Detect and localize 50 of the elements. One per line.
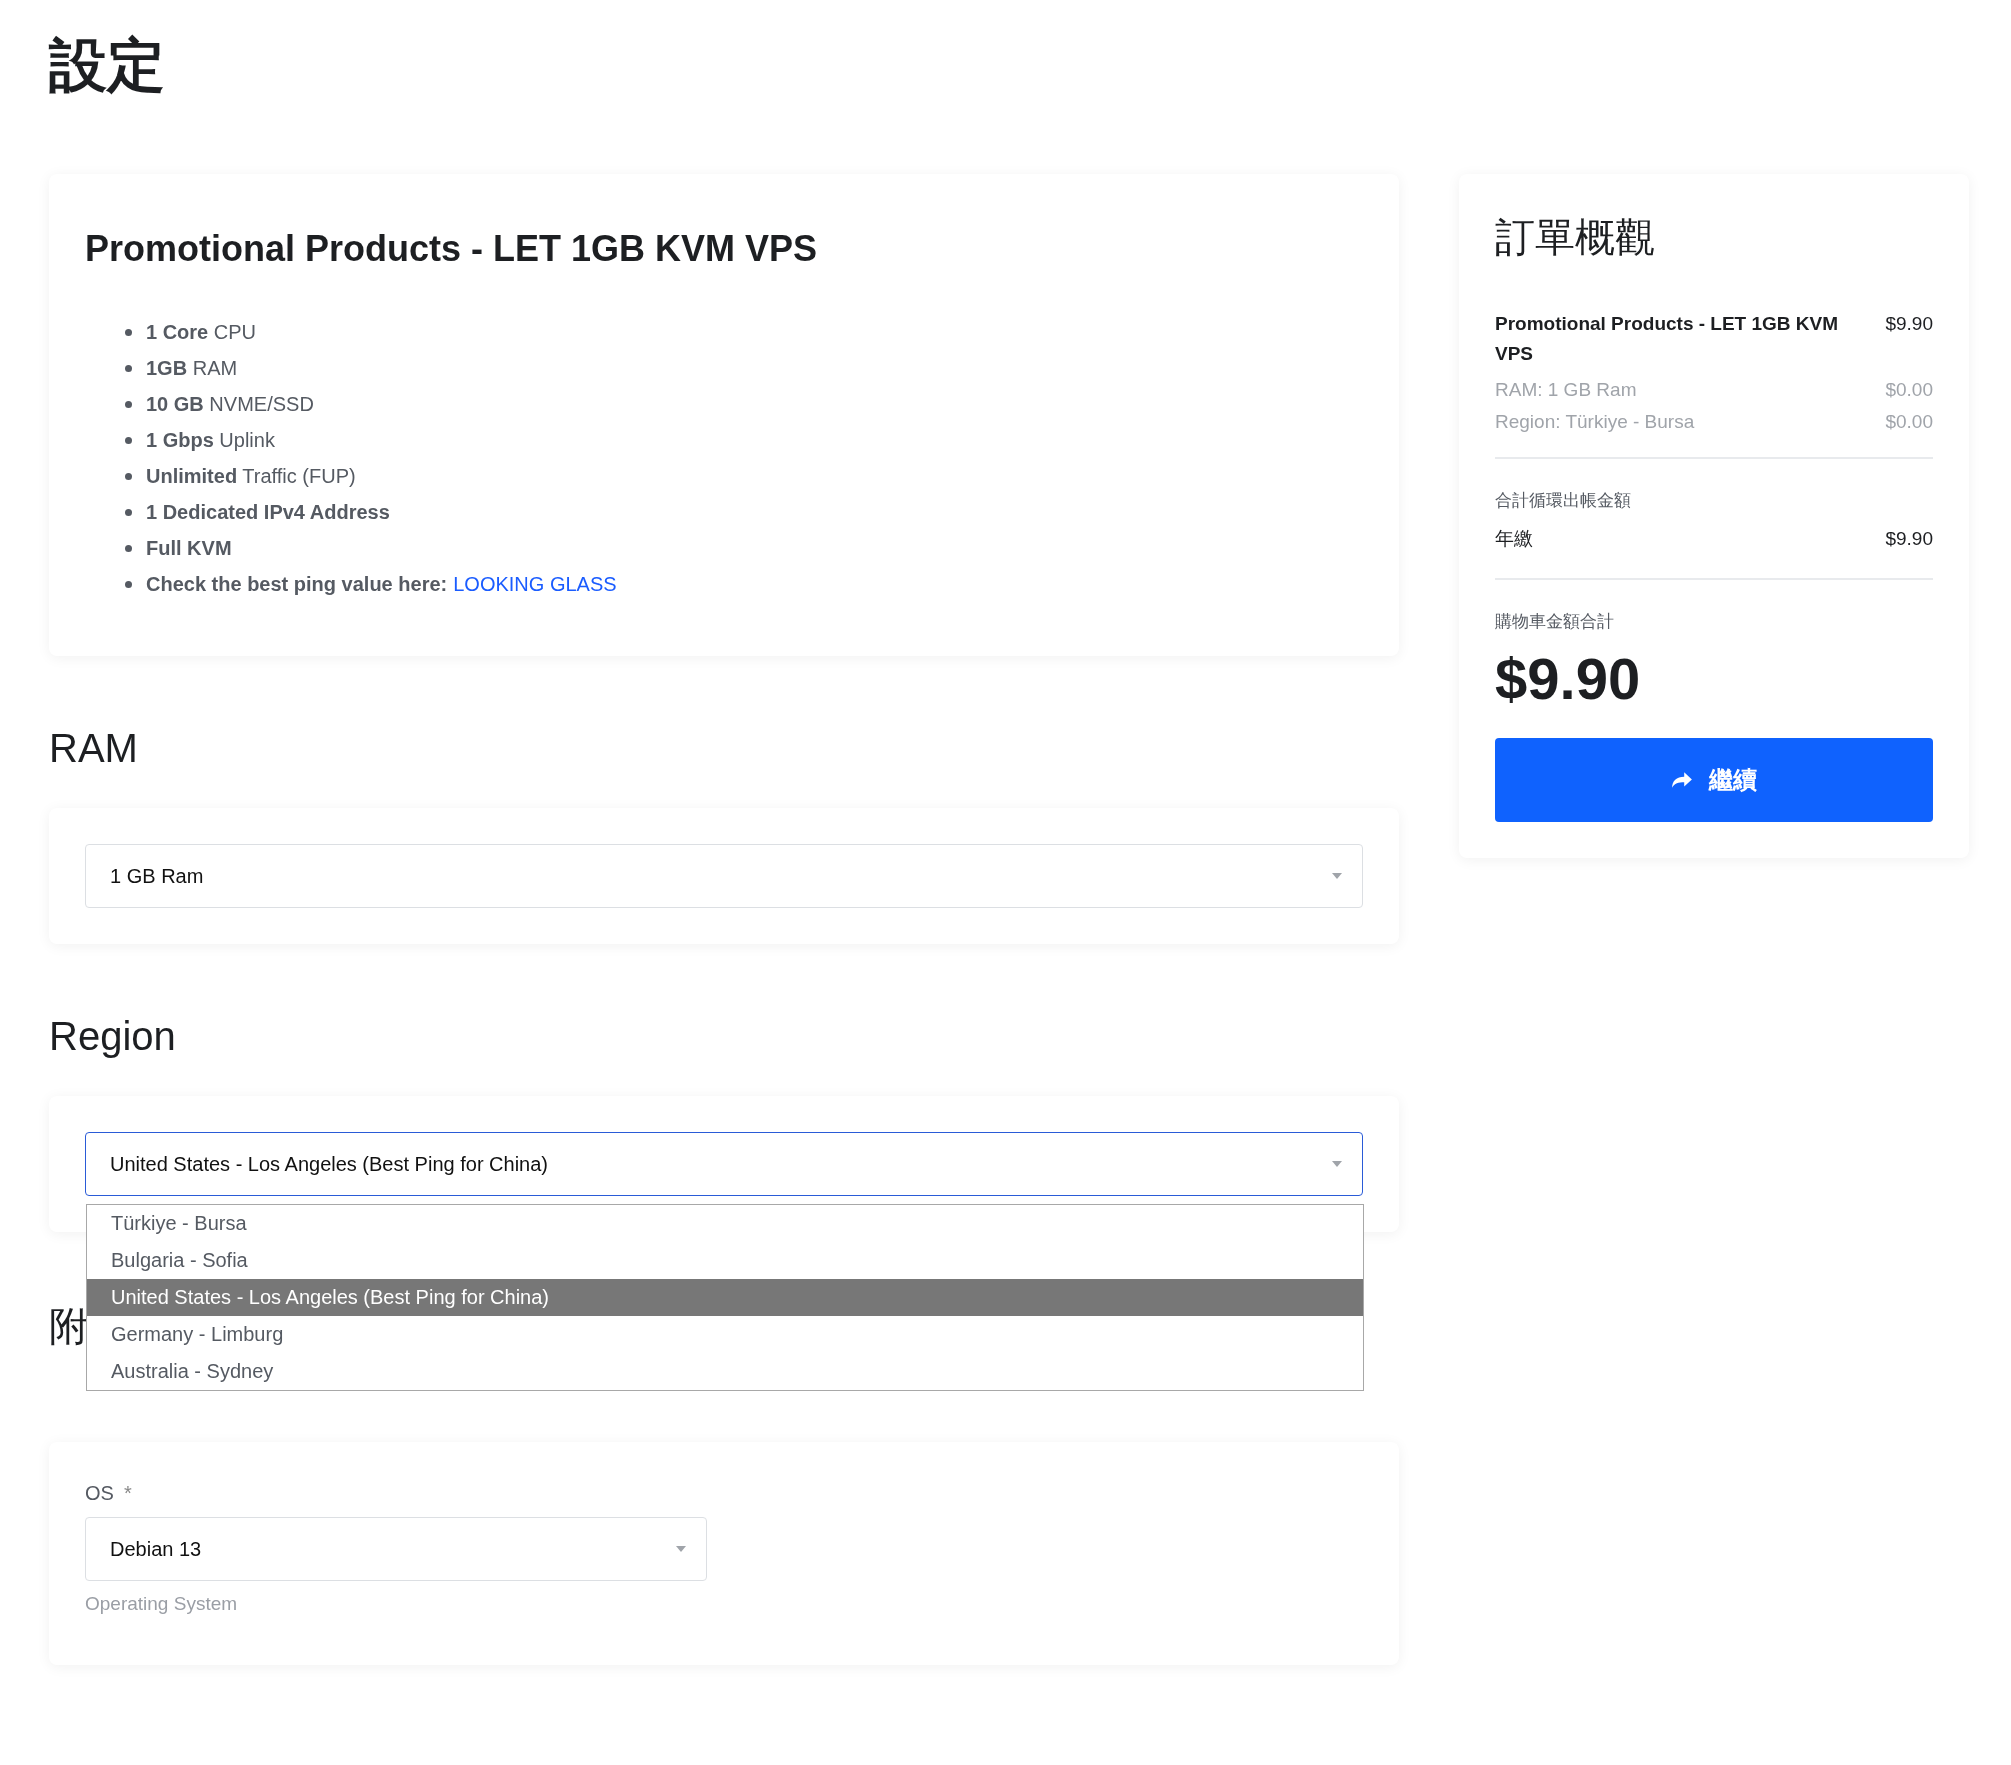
feature-text: 1 Core CPU bbox=[146, 320, 257, 344]
caret-icon bbox=[1332, 873, 1342, 879]
continue-button[interactable]: 繼續 bbox=[1495, 738, 1933, 822]
product-title: Promotional Products - LET 1GB KVM VPS bbox=[85, 228, 819, 270]
dropdown-option[interactable]: Bulgaria - Sofia bbox=[87, 1242, 1363, 1279]
bullet-icon bbox=[125, 508, 132, 516]
dropdown-option[interactable]: Australia - Sydney bbox=[87, 1353, 1363, 1390]
caret-icon bbox=[676, 1546, 686, 1552]
section-heading: 附 bbox=[49, 1304, 89, 1348]
bullet-icon bbox=[125, 544, 132, 552]
bullet-icon bbox=[125, 364, 132, 372]
required-mark: * bbox=[123, 1482, 132, 1504]
total-label: 購物車金額合計 bbox=[1495, 611, 1615, 633]
feature-text: Unlimited Traffic (FUP) bbox=[146, 464, 356, 488]
region-select[interactable]: United States - Los Angeles (Best Ping for China) bbox=[85, 1132, 1363, 1196]
cycle-label: 年繳 bbox=[1495, 527, 1533, 551]
bullet-icon bbox=[125, 436, 132, 444]
dropdown-option[interactable]: Türkiye - Bursa bbox=[87, 1205, 1363, 1242]
total-amount: $9.90 bbox=[1495, 645, 1642, 712]
feature-text: 1 Dedicated IPv4 Address bbox=[146, 500, 390, 524]
recurring-label: 合計循環出帳金額 bbox=[1495, 490, 1632, 512]
bullet-icon bbox=[125, 328, 132, 336]
line-price: $0.00 bbox=[1885, 411, 1933, 433]
summary-title: 訂單概觀 bbox=[1495, 214, 1656, 261]
bullet-icon bbox=[125, 580, 132, 588]
help-text: Operating System bbox=[85, 1593, 239, 1615]
dropdown-option[interactable]: Germany - Limburg bbox=[87, 1316, 1363, 1353]
page-title: 設定 bbox=[49, 31, 166, 99]
feature-text: 1 Gbps Uplink bbox=[146, 428, 275, 452]
share-arrow-icon bbox=[1671, 771, 1693, 789]
bullet-icon bbox=[125, 472, 132, 480]
section-heading: Region bbox=[49, 1014, 177, 1058]
line-label: RAM: 1 GB Ram bbox=[1495, 379, 1637, 401]
section-heading: RAM bbox=[49, 726, 139, 770]
feature-text: Full KVM bbox=[146, 536, 232, 560]
dropdown-option[interactable]: United States - Los Angeles (Best Ping for China) bbox=[87, 1279, 1363, 1316]
ram-select[interactable]: 1 GB Ram bbox=[85, 844, 1363, 908]
feature-text: Check the best ping value here: bbox=[146, 572, 448, 596]
line-price: $9.90 bbox=[1885, 312, 1933, 336]
caret-icon bbox=[1332, 1161, 1342, 1167]
feature-text: 10 GB NVME/SSD bbox=[146, 392, 314, 416]
cycle-price: $9.90 bbox=[1885, 527, 1933, 551]
os-select[interactable]: Debian 13 bbox=[85, 1517, 707, 1581]
bullet-icon bbox=[125, 400, 132, 408]
field-label: OS bbox=[85, 1482, 114, 1504]
line-label: Promotional Products - LET 1GB KVM VPS bbox=[1495, 312, 1840, 366]
line-label: Region: Türkiye - Bursa bbox=[1495, 411, 1695, 433]
looking-glass-link[interactable]: LOOKING GLASS bbox=[453, 572, 617, 596]
line-price: $0.00 bbox=[1885, 379, 1933, 401]
feature-text: 1GB RAM bbox=[146, 356, 238, 380]
